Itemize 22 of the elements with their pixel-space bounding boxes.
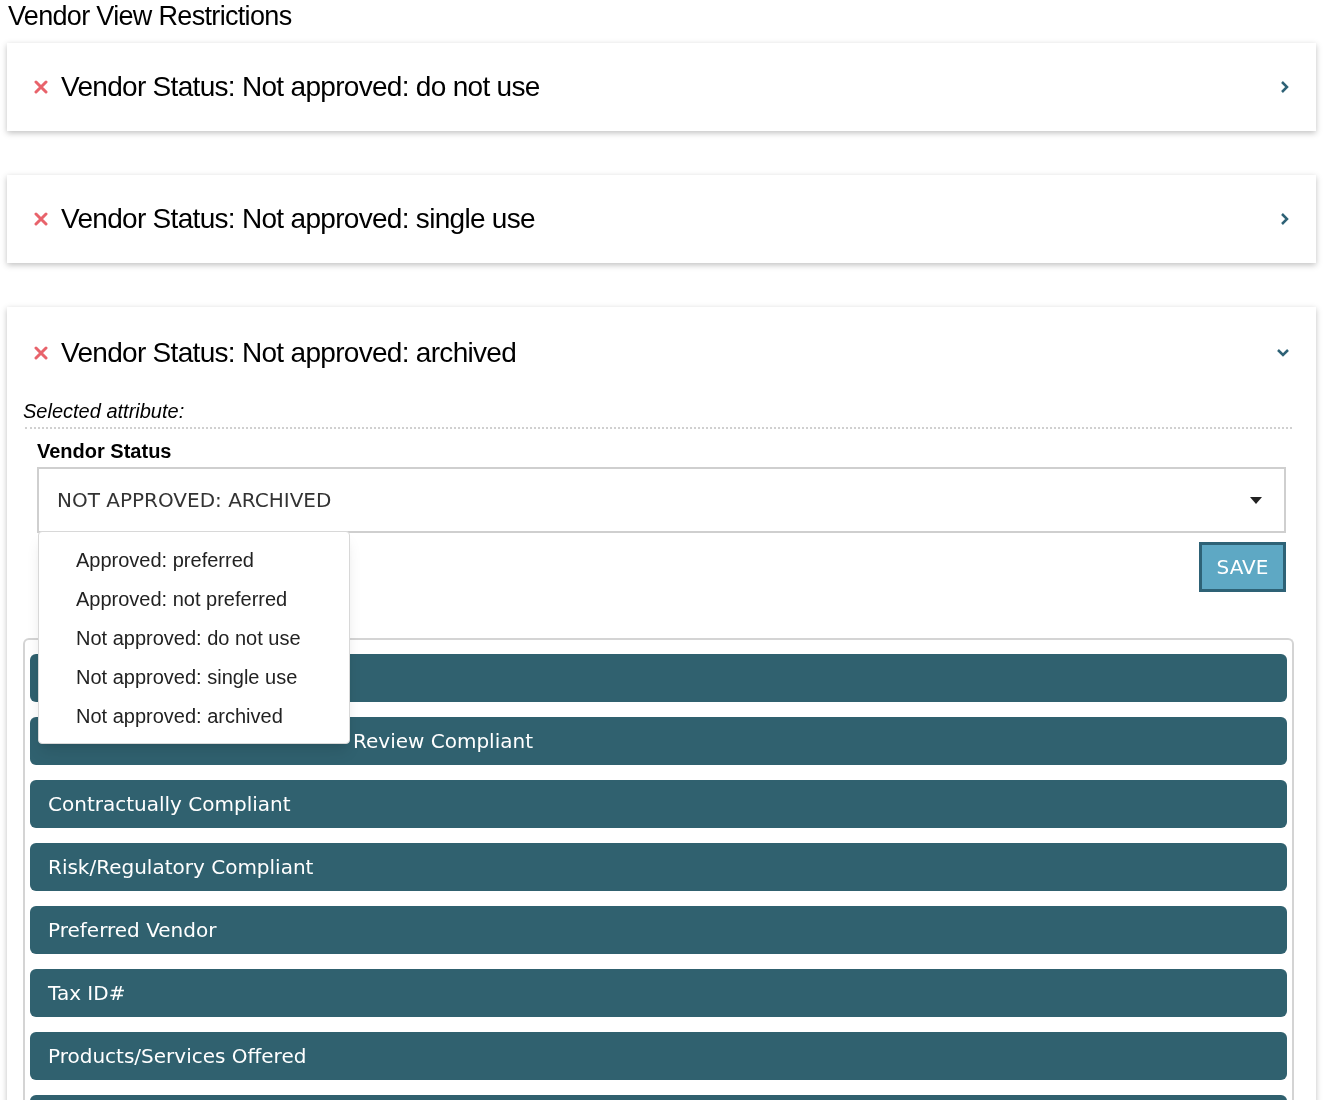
- close-icon[interactable]: [34, 80, 48, 94]
- field-label: Vendor Status: [37, 439, 173, 463]
- caption: Selected attribute:: [23, 399, 186, 423]
- close-icon[interactable]: [34, 212, 48, 226]
- chevron-right-icon[interactable]: [1280, 80, 1290, 94]
- dropdown-caret-icon: [1250, 496, 1262, 504]
- chevron-down-icon[interactable]: [1276, 348, 1290, 358]
- menu-option[interactable]: Approved: not preferred: [39, 579, 349, 618]
- restriction-title[interactable]: Vendor Status: Not approved: do not use: [61, 66, 1267, 108]
- menu-option[interactable]: Approved: preferred: [39, 540, 349, 579]
- menu-option[interactable]: Not approved: do not use: [39, 618, 349, 657]
- section-bar[interactable]: Risk/Regulatory Compliant: [30, 843, 1287, 891]
- restriction-title[interactable]: Vendor Status: Not approved: archived: [61, 332, 1263, 374]
- section-bar[interactable]: Preferred Vendor: [30, 906, 1287, 954]
- close-icon[interactable]: [34, 346, 48, 360]
- chevron-right-icon[interactable]: [1280, 212, 1290, 226]
- section-bar[interactable]: Products/Services Offered: [30, 1032, 1287, 1080]
- page-heading: Vendor View Restrictions: [7, 0, 293, 32]
- section-bar[interactable]: Tax ID#: [30, 969, 1287, 1017]
- menu-option[interactable]: Not approved: single use: [39, 657, 349, 696]
- section-bar[interactable]: Contractually Compliant: [30, 780, 1287, 828]
- restriction-title[interactable]: Vendor Status: Not approved: single use: [61, 198, 1267, 240]
